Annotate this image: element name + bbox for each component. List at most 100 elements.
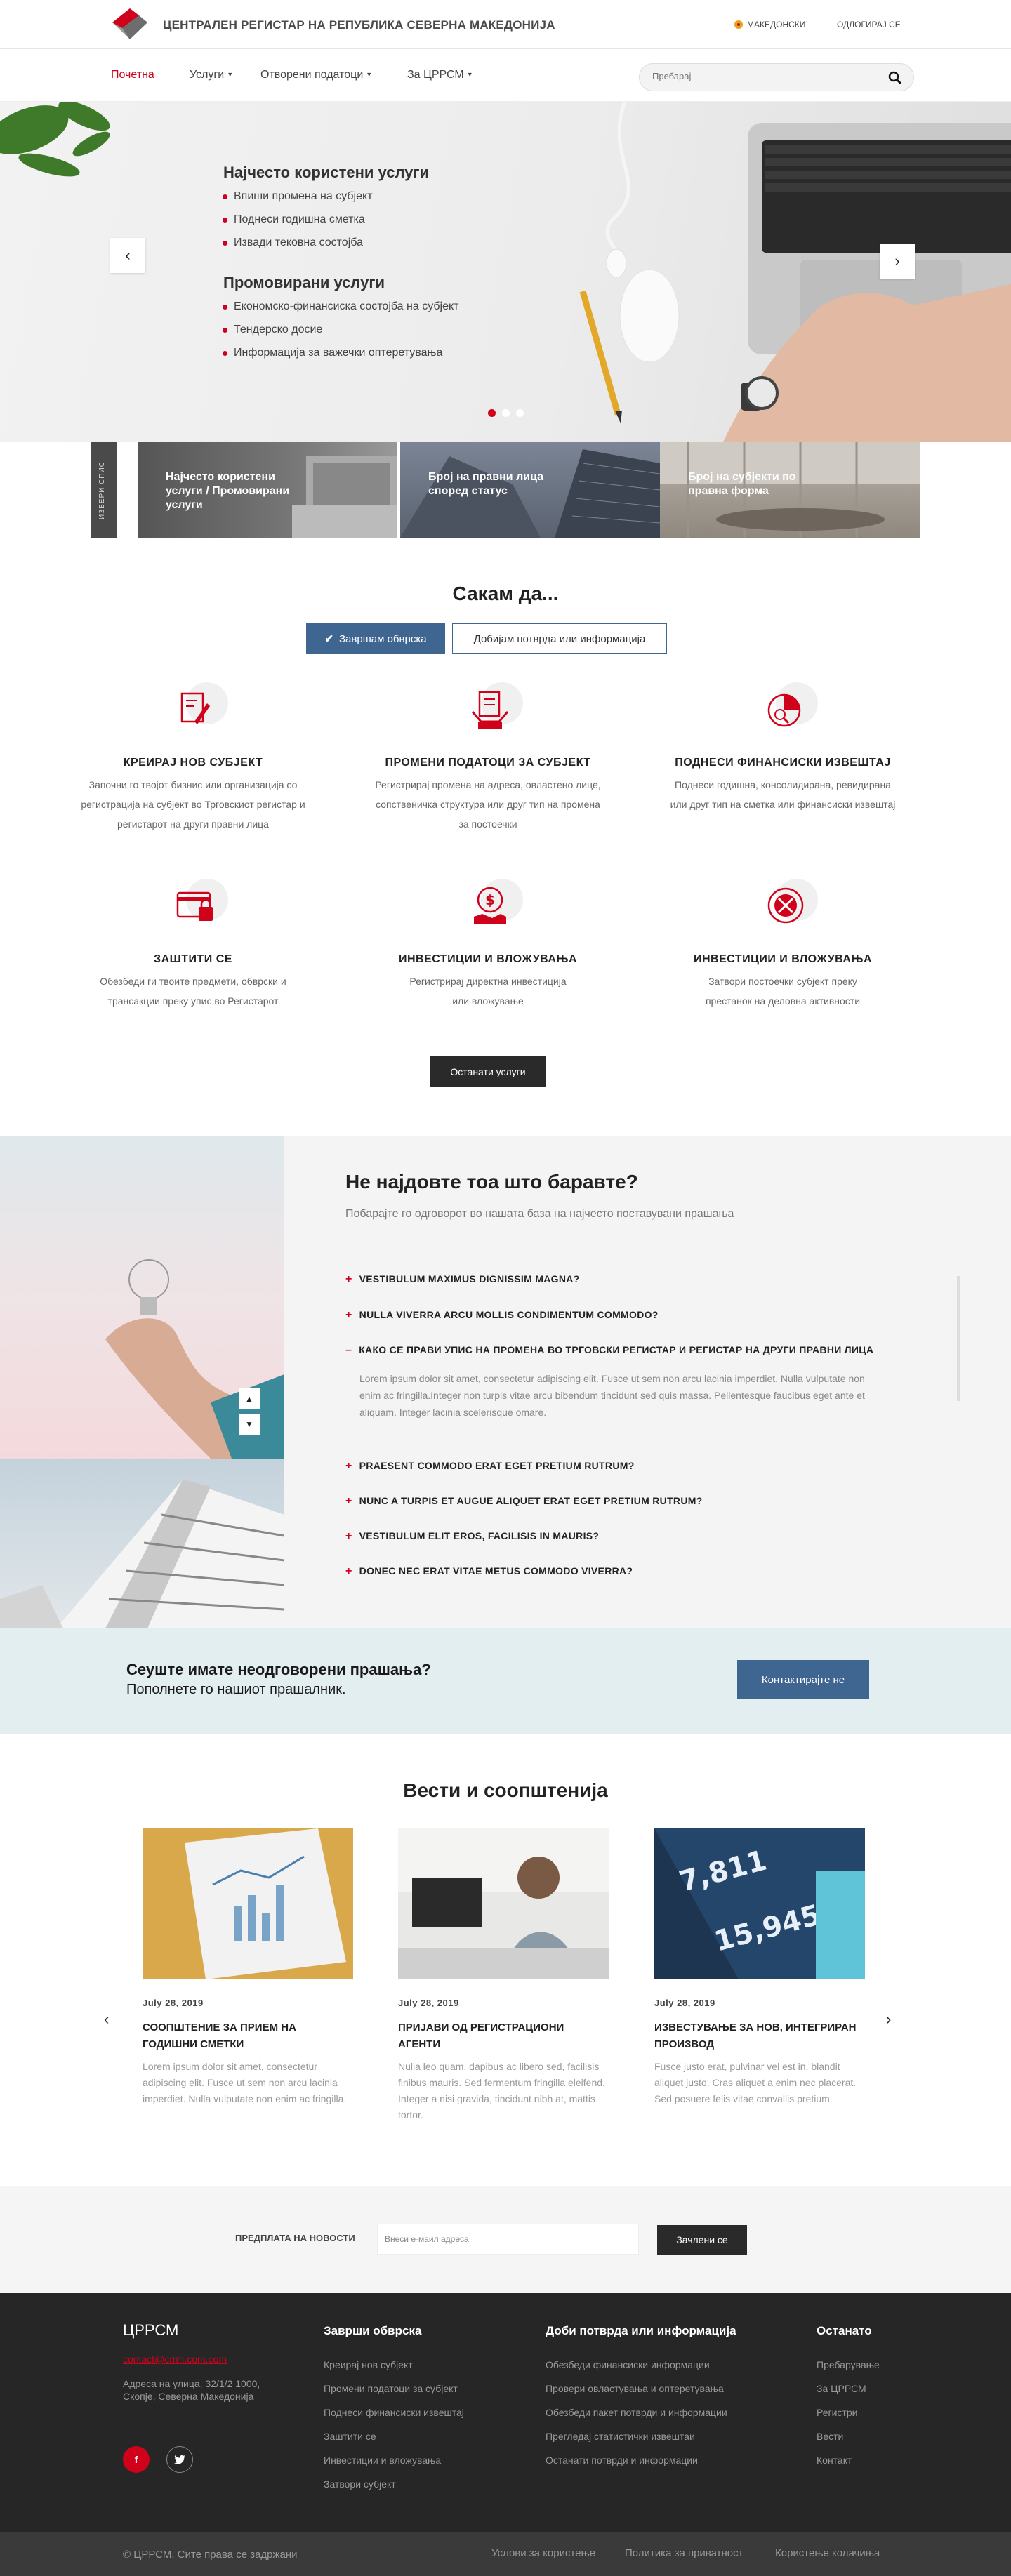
footer-link[interactable]: Останати потврди и информации (546, 2455, 698, 2466)
footer-link[interactable]: Контакт (817, 2455, 852, 2466)
slider-dot-1[interactable] (488, 409, 496, 417)
faq-question[interactable]: + VESTIBULUM MAXIMUS DIGNISSIM MAGNA? (345, 1273, 580, 1286)
service-card[interactable]: ПОДНЕСИ ФИНАНСИСКИ ИЗВЕШТАЈ Поднеси годи… (656, 682, 909, 814)
footer-email-link[interactable]: contact@crrm.com.com (123, 2353, 227, 2365)
faq-answer: Lorem ipsum dolor sit amet, consectetur … (359, 1373, 865, 1418)
footer-link[interactable]: Затвори субјект (324, 2478, 396, 2490)
hero-link-promoted-2[interactable]: Тендерско досие (222, 324, 322, 336)
scroll-down-button[interactable]: ▼ (239, 1414, 260, 1435)
privacy-link[interactable]: Политика за приватност (625, 2547, 744, 2559)
nav-about[interactable]: За ЦРРСМ ▼ (407, 69, 473, 81)
news-card[interactable]: July 28, 2019 ПРИЈАВИ ОД РЕГИСТРАЦИОНИ А… (398, 1828, 609, 2123)
news-headline[interactable]: ИЗВЕСТУВАЊЕ ЗА НОВ, ИНТЕГРИРАН ПРОИЗВОД (654, 2019, 865, 2053)
faq-question[interactable]: + DONEC NEC ERAT VITAE METUS COMMODO VIVE… (345, 1565, 633, 1578)
hero-link-popular-2[interactable]: Поднеси годишна сметка (223, 213, 365, 226)
news-headline[interactable]: СООПШТЕНИЕ ЗА ПРИЕМ НА ГОДИШНИ СМЕТКИ (143, 2019, 353, 2053)
search-input[interactable] (652, 71, 877, 81)
hero-link-promoted-3[interactable]: Информација за важечки оптеретувања (222, 347, 442, 359)
slider-next-button[interactable]: › (880, 244, 915, 279)
news-headline[interactable]: ПРИЈАВИ ОД РЕГИСТРАЦИОНИ АГЕНТИ (398, 2019, 609, 2053)
footer-link[interactable]: Инвестиции и вложувања (324, 2455, 441, 2466)
footer-link[interactable]: Обезбеди финансиски информации (546, 2359, 710, 2370)
nav-services-label: Услуги (190, 69, 225, 81)
language-selector[interactable]: МАКЕДОНСКИ (734, 20, 805, 29)
other-services-button[interactable]: Останати услуги (430, 1056, 546, 1087)
footer-link[interactable]: Регистри (817, 2407, 857, 2418)
nav-open-data[interactable]: Отворени податоци ▼ (260, 69, 372, 81)
news-card[interactable]: July 28, 2019 СООПШТЕНИЕ ЗА ПРИЕМ НА ГОД… (143, 1828, 353, 2107)
footer-link[interactable]: Прегледај статистички извештаи (546, 2431, 695, 2442)
service-card[interactable]: $ ИНВЕСТИЦИИ И ВЛОЖУВАЊА Регистрирај дир… (362, 879, 614, 1011)
nav-services[interactable]: Услуги ▼ (190, 69, 233, 81)
contact-button[interactable]: Контактирајте не (737, 1660, 869, 1699)
twitter-icon[interactable] (166, 2446, 193, 2473)
terms-link[interactable]: Услови за користење (491, 2547, 595, 2559)
chevron-right-icon: › (894, 252, 900, 270)
footer-col-title: Останато (817, 2324, 872, 2337)
chevron-down-icon: ▼ (227, 71, 234, 78)
news-prev-button[interactable]: ‹ (104, 2010, 109, 2029)
nav-home[interactable]: Почетна (111, 69, 154, 81)
tile-title: Број на правни лица според статус (428, 471, 543, 497)
plus-icon: + (345, 1530, 352, 1542)
service-description: Регистрирај промена на адреса, овластено… (375, 779, 601, 830)
footer-link[interactable]: Провери овластувања и оптеретувања (546, 2383, 724, 2394)
twitter-bird-icon (174, 2455, 185, 2464)
service-card[interactable]: ЗАШТИТИ СЕ Обезбеди ги твоите предмети, … (67, 879, 319, 1011)
footer-link[interactable]: Креирај нов субјект (324, 2359, 413, 2370)
chevron-down-icon: ▼ (245, 1419, 253, 1429)
slider-dot-3[interactable] (516, 409, 524, 417)
site-title: ЦЕНТРАЛЕН РЕГИСТАР НА РЕПУБЛИКА СЕВЕРНА … (163, 18, 555, 32)
tab-complete-obligation[interactable]: ✔ Завршам обврска (306, 623, 445, 654)
faq-question[interactable]: + NUNC A TURPIS ET AUGUE ALIQUET ERAT EGE… (345, 1495, 703, 1508)
newsletter-email-input[interactable]: Внеси е-маил адреса (377, 2224, 639, 2255)
tile-popular-services[interactable]: Најчесто користени услуги / Промовирани … (138, 442, 397, 538)
service-card[interactable]: ИНВЕСТИЦИИ И ВЛОЖУВАЊА Затвори постоечки… (656, 879, 909, 1011)
facebook-icon[interactable]: f (123, 2446, 150, 2473)
tile-legal-entities-status[interactable]: Број на правни лица според статус (400, 442, 660, 538)
report-photo (185, 1828, 346, 1979)
faq-question[interactable]: + VESTIBULUM ELIT EROS, FACILISIS IN MAUR… (345, 1530, 599, 1543)
tile-entities-by-form[interactable]: Број на субјекти по правна форма (660, 442, 920, 538)
tiles-side-label: ИЗБЕРИ СПИС (91, 442, 117, 538)
footer-link[interactable]: Обезбеди пакет потврди и информации (546, 2407, 727, 2418)
service-card[interactable]: КРЕИРАЈ НОВ СУБЈЕКТ Започни го твојот би… (67, 682, 319, 834)
hero-link-promoted-1[interactable]: Економско-финансиска состојба на субјект (223, 300, 459, 313)
subscribe-button[interactable]: Зачлени се (657, 2225, 747, 2255)
tab-label: Добијам потврда или информација (473, 632, 646, 645)
faq-question[interactable]: + NULLA VIVERRA ARCU MOLLIS CONDIMENTUM C… (345, 1309, 659, 1322)
service-description: Обезбеди ги твоите предмети, обврски и т… (100, 976, 286, 1007)
logout-link[interactable]: ОДЛОГИРАЈ СЕ (837, 20, 901, 29)
faq-question-expanded[interactable]: – КАКО СЕ ПРАВИ УПИС НА ПРОМЕНА ВО ТРГОВС… (345, 1344, 873, 1357)
faq-question[interactable]: + PRAESENT COMMODO ERAT EGET PRETIUM RUTR… (345, 1460, 635, 1473)
nav-about-label: За ЦРРСМ (407, 69, 464, 81)
logo[interactable] (111, 7, 149, 41)
footer-link[interactable]: Вести (817, 2431, 843, 2442)
slider-prev-button[interactable]: ‹ (110, 238, 145, 273)
faq-title: Не најдовте тоа што баравте? (345, 1171, 638, 1193)
footer-link[interactable]: Пребарување (817, 2359, 880, 2370)
search-icon[interactable] (888, 71, 902, 85)
scroll-up-button[interactable]: ▲ (239, 1388, 260, 1409)
service-description: Затвори постоечки субјект преку престано… (705, 976, 861, 1007)
footer-link[interactable]: За ЦРРСМ (817, 2383, 866, 2394)
hero-heading-promoted: Промовирани услуги (223, 274, 385, 291)
slider-dot-2[interactable] (502, 409, 510, 417)
service-title: ЗАШТИТИ СЕ (154, 953, 232, 965)
footer-link[interactable]: Поднеси финансиски извештај (324, 2407, 464, 2418)
faq-scrollbar[interactable] (957, 1276, 960, 1401)
service-description: Започни го твојот бизнис или организациј… (81, 779, 305, 830)
flag-icon (734, 20, 743, 29)
plus-icon: + (345, 1565, 352, 1577)
check-icon: ✔ (324, 633, 333, 645)
news-date: July 28, 2019 (398, 1998, 459, 2008)
hero-link-popular-1[interactable]: Впиши промена на субјект (223, 190, 373, 203)
hero-link-popular-3[interactable]: Извади тековна состојба (223, 237, 363, 249)
footer-link[interactable]: Промени податоци за субјект (324, 2383, 458, 2394)
service-card[interactable]: ПРОМЕНИ ПОДАТОЦИ ЗА СУБЈЕКТ Регистрирај … (362, 682, 614, 834)
news-card[interactable]: 7,811 15,945 July 28, 2019 ИЗВЕСТУВАЊЕ З… (654, 1828, 865, 2107)
tab-get-confirmation[interactable]: Добијам потврда или информација (452, 623, 667, 654)
cookies-link[interactable]: Користење колачиња (775, 2547, 880, 2559)
news-next-button[interactable]: › (886, 2010, 891, 2029)
footer-link[interactable]: Заштити се (324, 2431, 376, 2442)
